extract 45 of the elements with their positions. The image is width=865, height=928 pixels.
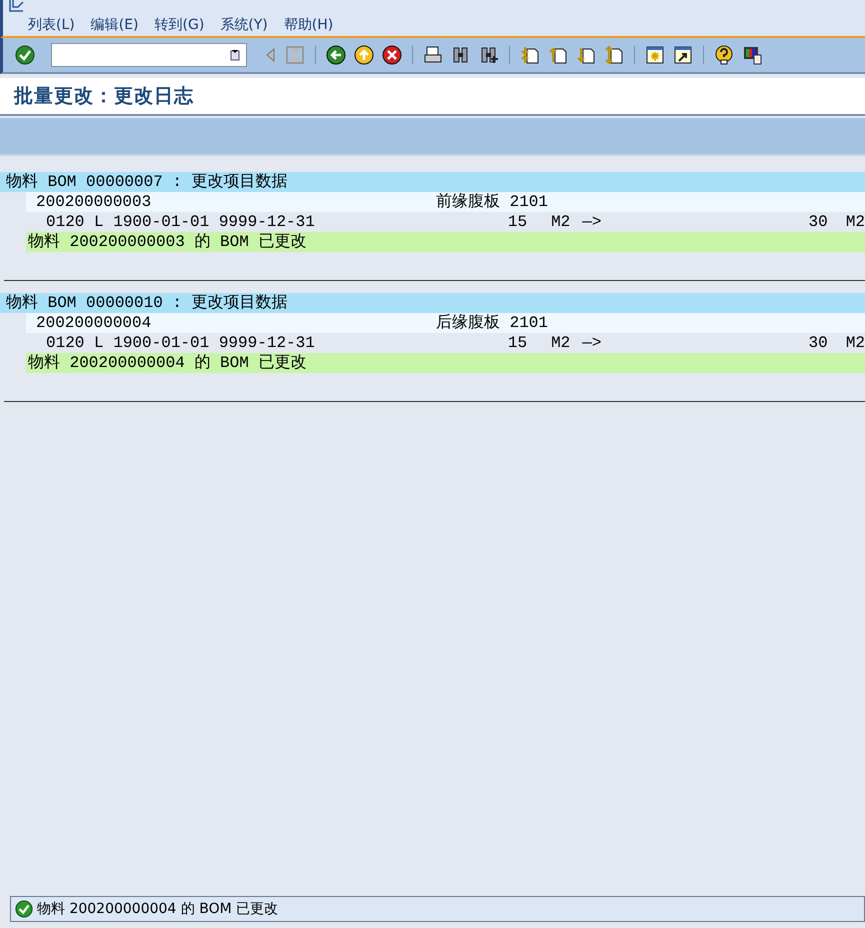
success-icon (15, 900, 33, 918)
menu-item[interactable]: 列表(L) (28, 16, 75, 34)
new-quantity: 30 (808, 333, 828, 353)
print-icon[interactable] (423, 45, 443, 65)
layout-icon[interactable] (742, 45, 762, 65)
screen-title: 批量更改：更改日志 (14, 84, 194, 109)
new-unit: M2 (844, 333, 865, 353)
first-page-icon[interactable] (520, 45, 540, 65)
success-message: 物料 200200000004 的 BOM 已更改 (28, 353, 306, 373)
find-next-icon[interactable] (479, 45, 499, 65)
old-unit: M2 (550, 212, 570, 232)
new-unit: M2 (844, 212, 865, 232)
success-message: 物料 200200000003 的 BOM 已更改 (28, 232, 306, 252)
command-field[interactable] (51, 43, 247, 67)
enter-icon[interactable] (15, 45, 35, 65)
list-header-text: 物料 BOM 00000007 : 更改项目数据 (6, 172, 288, 192)
item-validity: 0120 L 1900-01-01 9999-12-31 (46, 333, 316, 353)
next-page-icon[interactable] (576, 45, 596, 65)
menu-item[interactable]: 帮助(H) (284, 16, 334, 34)
menu-item[interactable]: 系统(Y) (220, 16, 268, 34)
old-unit: M2 (550, 333, 570, 353)
old-quantity: 15 (506, 212, 528, 232)
change-arrow: —> (581, 333, 602, 353)
new-quantity: 30 (808, 212, 828, 232)
cancel-icon[interactable] (382, 45, 402, 65)
material-number: 200200000003 (36, 192, 152, 212)
material-number: 200200000004 (36, 313, 152, 333)
history-icon[interactable] (230, 49, 240, 61)
menu-item[interactable]: 转到(G) (154, 16, 204, 34)
exit-icon[interactable] (354, 45, 374, 65)
new-window-icon[interactable] (645, 45, 665, 65)
last-page-icon[interactable] (604, 45, 624, 65)
list-header-text: 物料 BOM 00000010 : 更改项目数据 (6, 293, 288, 313)
window-menu-icon[interactable] (9, 0, 25, 12)
menu-item[interactable]: 编辑(E) (90, 16, 139, 34)
old-quantity: 15 (506, 333, 528, 353)
item-validity: 0120 L 1900-01-01 9999-12-31 (46, 212, 316, 232)
change-arrow: —> (581, 212, 602, 232)
shortcut-icon[interactable] (673, 45, 693, 65)
status-message: 物料 200200000004 的 BOM 已更改 (37, 900, 278, 918)
back-icon[interactable] (326, 45, 346, 65)
material-description: 后缘腹板 2101 (436, 313, 548, 333)
previous-page-icon[interactable] (548, 45, 568, 65)
help-icon[interactable] (714, 45, 734, 65)
material-description: 前缘腹板 2101 (436, 192, 548, 212)
